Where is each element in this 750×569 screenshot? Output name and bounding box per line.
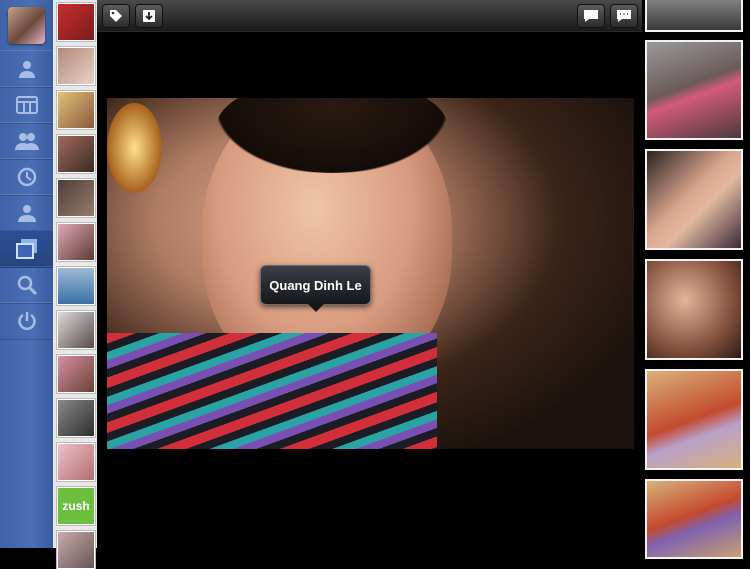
power-icon (17, 312, 36, 331)
search-icon (17, 275, 37, 295)
face-tag-label[interactable]: Quang Dinh Le (260, 265, 371, 312)
photo-thumbnail-strip: zush (53, 0, 98, 569)
zush-logo-text: zush (62, 499, 90, 513)
background-lamp (107, 103, 162, 193)
thumbnail[interactable] (57, 223, 95, 261)
main-photo[interactable]: Quang Dinh Le (107, 98, 634, 449)
tag-icon (110, 10, 122, 22)
thumbnail[interactable] (57, 399, 95, 437)
thumbnail[interactable] (57, 135, 95, 173)
thumbnail[interactable] (57, 267, 95, 305)
nav-item-profile[interactable] (0, 50, 53, 88)
filmstrip-photo[interactable] (645, 479, 743, 559)
filmstrip-photo[interactable] (645, 0, 743, 32)
photo-subject-shirt (107, 333, 437, 449)
photo-viewer: Quang Dinh Le (97, 0, 642, 548)
download-icon (143, 10, 155, 22)
grid-icon (15, 96, 38, 114)
thumbnail[interactable] (57, 531, 95, 569)
nav-item-events[interactable] (0, 158, 53, 196)
nav-item-friends[interactable] (0, 122, 53, 160)
thumbnail[interactable] (57, 3, 95, 41)
download-button[interactable] (135, 4, 163, 28)
filmstrip-photo[interactable] (645, 149, 743, 250)
clock-icon (17, 167, 36, 187)
thumbnail[interactable] (57, 47, 95, 85)
comments-icon (617, 10, 631, 22)
photo-filmstrip (642, 0, 750, 559)
thumbnail[interactable] (57, 355, 95, 393)
nav-item-groups[interactable] (0, 194, 53, 232)
filmstrip-photo[interactable] (645, 369, 743, 470)
nav-item-search[interactable] (0, 266, 53, 304)
photos-icon (15, 239, 37, 259)
user-avatar[interactable] (8, 7, 45, 44)
nav-item-photos[interactable] (0, 230, 53, 268)
comment-icon (584, 10, 598, 22)
thumbnail[interactable] (57, 91, 95, 129)
main-nav (0, 0, 54, 548)
group-icon (17, 205, 36, 222)
nav-item-power[interactable] (0, 302, 53, 340)
person-icon (18, 61, 35, 78)
tag-button[interactable] (102, 4, 130, 28)
comment-button[interactable] (577, 4, 605, 28)
nav-item-albums[interactable] (0, 86, 53, 124)
thumbnail[interactable] (57, 179, 95, 217)
thumbnail[interactable] (57, 443, 95, 481)
thumbnail[interactable]: zush (57, 487, 95, 525)
thumbnail[interactable] (57, 311, 95, 349)
filmstrip-photo[interactable] (645, 259, 743, 360)
filmstrip-photo[interactable] (645, 40, 743, 140)
viewer-toolbar (97, 0, 642, 32)
people-icon (14, 133, 39, 150)
comments-button[interactable] (610, 4, 638, 28)
